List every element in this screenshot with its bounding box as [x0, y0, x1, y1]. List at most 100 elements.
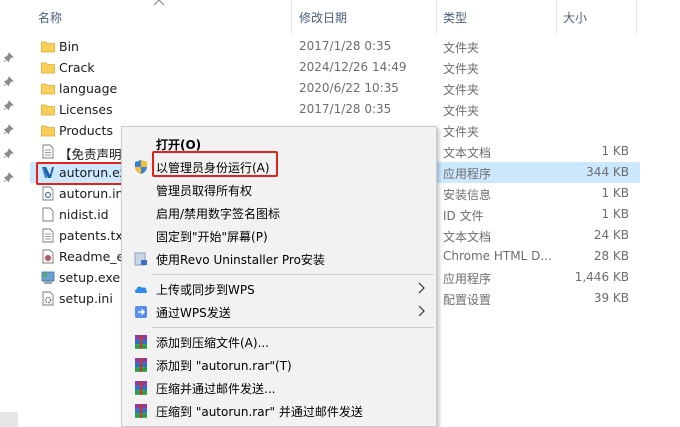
text-file-icon	[42, 228, 54, 243]
scrollbar-corner	[0, 412, 18, 427]
menu-item-label: 上传或同步到WPS	[156, 283, 255, 297]
menu-item-revo-uninstaller[interactable]: 使用Revo Uninstaller Pro安装	[123, 247, 435, 270]
file-type: 配置设置	[443, 293, 492, 307]
menu-item-send-via-wps[interactable]: 通过WPS发送	[123, 300, 435, 323]
pin-icon[interactable]	[3, 100, 14, 111]
file-type: 文件夹	[443, 62, 480, 76]
file-date: 2017/1/28 0:35	[299, 102, 392, 116]
file-size: 1 KB	[601, 186, 629, 200]
pin-icon[interactable]	[3, 124, 14, 135]
file-name: Readme_er	[59, 249, 130, 264]
menu-item-label: 管理员取得所有权	[156, 184, 253, 198]
file-size: 24 KB	[593, 228, 629, 242]
file-name: nidist.id	[59, 207, 109, 222]
folder-icon	[41, 104, 55, 116]
column-divider[interactable]	[556, 0, 557, 34]
file-type: 文件夹	[443, 104, 480, 118]
file-type: 文本文档	[443, 146, 492, 160]
column-header-name[interactable]: 名称	[38, 9, 62, 26]
menu-item-label: 添加到 "autorun.rar"(T)	[156, 359, 292, 373]
column-header-bar: 名称 修改日期 类型 大小	[0, 0, 680, 34]
installer-app-icon	[41, 271, 55, 284]
file-size: 1 KB	[601, 144, 629, 158]
file-name: language	[59, 81, 118, 96]
file-type: 文件夹	[443, 125, 480, 139]
file-name: 【免责声明	[59, 147, 122, 162]
file-type: 应用程序	[443, 272, 492, 286]
file-type: 文件夹	[443, 83, 480, 97]
text-file-icon	[42, 144, 54, 159]
menu-separator	[152, 274, 434, 275]
quick-access-pin-rail	[0, 34, 18, 427]
menu-item-label: 添加到压缩文件(A)...	[156, 336, 270, 350]
menu-item-toggle-signature[interactable]: 启用/禁用数字签名图标	[123, 201, 435, 224]
menu-item-take-ownership[interactable]: 管理员取得所有权	[123, 178, 435, 201]
menu-item-label: 使用Revo Uninstaller Pro安装	[156, 253, 325, 267]
file-type: 文本文档	[443, 230, 492, 244]
file-size: 344 KB	[586, 165, 629, 179]
file-name: setup.exe	[59, 270, 121, 285]
chevron-right-icon	[418, 282, 425, 294]
column-header-type[interactable]: 类型	[443, 9, 467, 26]
winrar-icon	[135, 335, 147, 349]
menu-item-label: 通过WPS发送	[156, 306, 231, 320]
file-name: autorun.inf	[59, 186, 128, 201]
file-type: 文件夹	[443, 41, 480, 55]
folder-icon	[41, 41, 55, 53]
file-name: setup.ini	[59, 291, 113, 306]
chevron-right-icon	[418, 305, 425, 317]
menu-separator	[152, 327, 434, 328]
file-size: 1 KB	[601, 207, 629, 221]
revo-uninstaller-icon	[134, 252, 147, 266]
winrar-icon	[135, 381, 147, 395]
file-row[interactable]: Licenses 2017/1/28 0:35 文件夹	[30, 99, 640, 120]
column-divider[interactable]	[291, 0, 292, 34]
file-date: 2020/6/22 10:35	[299, 81, 399, 95]
folder-icon	[41, 125, 55, 137]
menu-item-label: 固定到"开始"屏幕(P)	[156, 230, 268, 244]
menu-item-label: 启用/禁用数字签名图标	[156, 207, 281, 221]
menu-item-compress-and-email[interactable]: 压缩并通过邮件发送...	[123, 376, 435, 399]
menu-item-add-to-archive[interactable]: 添加到压缩文件(A)...	[123, 330, 435, 353]
column-divider[interactable]	[636, 0, 637, 34]
blank-file-icon	[42, 207, 54, 222]
file-type: Chrome HTML D...	[443, 249, 552, 263]
menu-item-compress-autorun-and-email[interactable]: 压缩到 "autorun.rar" 并通过邮件发送	[123, 399, 435, 422]
file-type: ID 文件	[443, 209, 484, 223]
folder-icon	[41, 62, 55, 74]
menu-item-add-to-autorun-rar[interactable]: 添加到 "autorun.rar"(T)	[123, 353, 435, 376]
chrome-html-file-icon	[42, 249, 54, 264]
pin-icon[interactable]	[3, 52, 14, 63]
menu-item-upload-sync-wps[interactable]: 上传或同步到WPS	[123, 277, 435, 300]
file-type: 安装信息	[443, 188, 492, 202]
file-name: Crack	[59, 60, 95, 75]
uac-shield-icon	[135, 160, 147, 174]
file-row[interactable]: language 2020/6/22 10:35 文件夹	[30, 78, 640, 99]
file-date: 2024/12/26 14:49	[299, 60, 407, 74]
wps-send-icon	[135, 306, 147, 318]
pin-icon[interactable]	[3, 76, 14, 87]
cloud-icon	[134, 286, 148, 293]
folder-icon	[41, 83, 55, 95]
file-size: 1,446 KB	[574, 270, 629, 284]
winrar-icon	[135, 358, 147, 372]
file-date: 2017/1/28 0:35	[299, 39, 392, 53]
file-size: 39 KB	[593, 291, 629, 305]
menu-item-pin-start[interactable]: 固定到"开始"屏幕(P)	[123, 224, 435, 247]
file-name: Licenses	[59, 102, 113, 117]
pin-icon[interactable]	[3, 172, 14, 183]
file-row[interactable]: Bin 2017/1/28 0:35 文件夹	[30, 36, 640, 57]
highlight-box-selected-file	[36, 162, 133, 185]
sort-ascending-icon[interactable]	[152, 0, 166, 8]
column-header-size[interactable]: 大小	[563, 9, 587, 26]
highlight-box-run-as-admin	[152, 151, 278, 177]
column-header-date[interactable]: 修改日期	[299, 9, 347, 26]
file-name: patents.txt	[59, 228, 128, 243]
file-size: 28 KB	[593, 249, 629, 263]
pin-icon[interactable]	[3, 148, 14, 159]
file-row[interactable]: Crack 2024/12/26 14:49 文件夹	[30, 57, 640, 78]
config-file-icon	[42, 291, 54, 306]
setup-info-file-icon	[42, 186, 54, 201]
column-divider[interactable]	[436, 0, 437, 34]
winrar-icon	[135, 404, 147, 418]
